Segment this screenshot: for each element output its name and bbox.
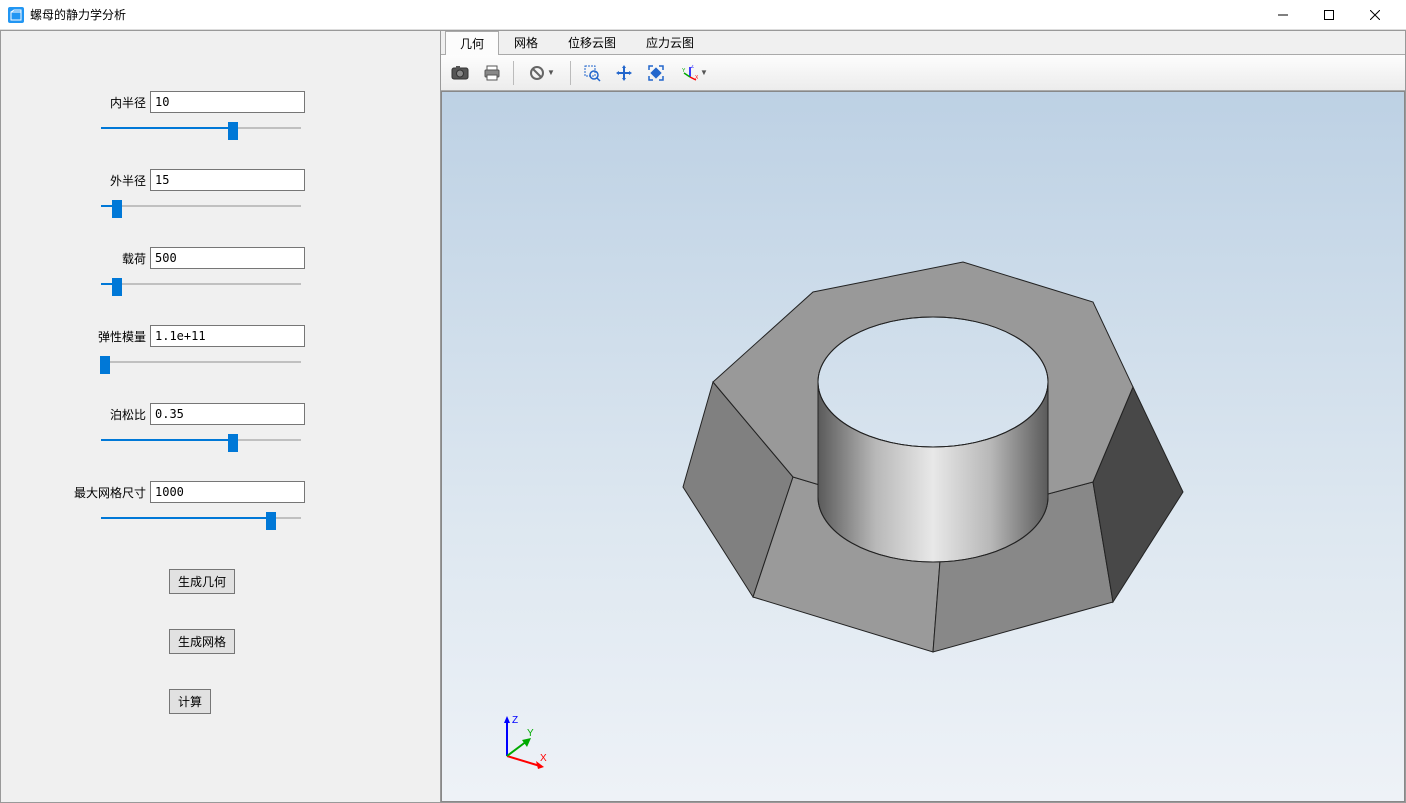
screenshot-button[interactable] [445, 59, 475, 87]
axis-z-label: Z [512, 715, 518, 726]
fit-view-button[interactable] [641, 59, 671, 87]
param-label: 最大网格尺寸 [71, 484, 146, 501]
param-input-4[interactable] [150, 403, 305, 425]
param-input-1[interactable] [150, 169, 305, 191]
tab-2[interactable]: 位移云图 [553, 30, 631, 54]
chevron-down-icon: ▼ [700, 68, 708, 77]
param-slider-5[interactable] [101, 509, 301, 529]
app-icon [8, 7, 24, 23]
param-input-0[interactable] [150, 91, 305, 113]
param-slider-1[interactable] [101, 197, 301, 217]
param-slider-3[interactable] [101, 353, 301, 373]
title-bar: 螺母的静力学分析 [0, 0, 1406, 30]
chevron-down-icon: ▼ [547, 68, 555, 77]
param-label: 载荷 [96, 250, 146, 267]
axis-gizmo: Z X Y [492, 711, 552, 771]
param-label: 内半径 [96, 94, 146, 111]
generate-mesh-button[interactable]: 生成网格 [169, 629, 235, 654]
toolbar-separator [513, 61, 514, 85]
viewer-toolbar: ▼ ZXY ▼ [441, 55, 1405, 91]
tab-bar: 几何网格位移云图应力云图 [441, 31, 1405, 55]
main-area: 几何网格位移云图应力云图 ▼ ZXY [441, 31, 1405, 802]
tab-0[interactable]: 几何 [445, 31, 499, 55]
toolbar-separator [570, 61, 571, 85]
display-mode-dropdown[interactable]: ▼ [520, 59, 564, 87]
param-input-3[interactable] [150, 325, 305, 347]
print-button[interactable] [477, 59, 507, 87]
param-label: 弹性模量 [71, 328, 146, 345]
axis-x-label: X [540, 753, 547, 764]
tab-1[interactable]: 网格 [499, 30, 553, 54]
param-label: 外半径 [96, 172, 146, 189]
maximize-button[interactable] [1306, 0, 1352, 30]
pan-button[interactable] [609, 59, 639, 87]
close-button[interactable] [1352, 0, 1398, 30]
minimize-button[interactable] [1260, 0, 1306, 30]
sidebar: 内半径外半径载荷弹性模量泊松比最大网格尺寸 生成几何 生成网格 计算 [1, 31, 441, 802]
tab-3[interactable]: 应力云图 [631, 30, 709, 54]
calculate-button[interactable]: 计算 [169, 689, 211, 714]
axis-view-dropdown[interactable]: ZXY ▼ [673, 59, 717, 87]
axis-y-label: Y [527, 728, 534, 739]
generate-geometry-button[interactable]: 生成几何 [169, 569, 235, 594]
svg-text:Z: Z [691, 65, 694, 70]
param-label: 泊松比 [96, 406, 146, 423]
nut-model [643, 222, 1203, 672]
param-input-2[interactable] [150, 247, 305, 269]
param-input-5[interactable] [150, 481, 305, 503]
3d-viewport[interactable]: Z X Y [441, 91, 1405, 802]
param-slider-0[interactable] [101, 119, 301, 139]
param-slider-2[interactable] [101, 275, 301, 295]
window-title: 螺母的静力学分析 [30, 6, 1260, 23]
param-slider-4[interactable] [101, 431, 301, 451]
zoom-area-button[interactable] [577, 59, 607, 87]
svg-text:X: X [695, 75, 698, 81]
